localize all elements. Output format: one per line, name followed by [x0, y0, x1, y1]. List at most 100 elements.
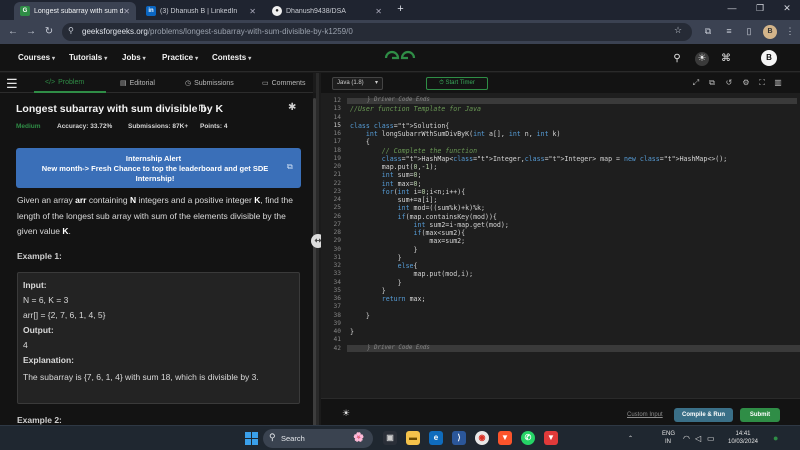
browser-tab-gfg[interactable]: G Longest subarray with sum divisible by… — [14, 2, 136, 20]
line-number: 31 — [333, 253, 341, 261]
gfg-logo-icon[interactable] — [383, 50, 417, 66]
settings-icon[interactable]: ⚙ — [741, 78, 751, 87]
copy-icon[interactable]: ⧉ — [707, 78, 717, 88]
brave-profile-icon[interactable]: ▼ — [544, 431, 558, 445]
sidepanel-icon[interactable]: ▯ — [743, 26, 755, 37]
url-path: /problems/longest-subarray-with-sum-divi… — [147, 27, 353, 36]
language-indicator[interactable]: ENG — [662, 431, 675, 437]
search-icon: ⚲ — [269, 432, 276, 442]
browser-menu-icon[interactable]: ⋮ — [784, 26, 796, 37]
chrome-icon[interactable]: ◉ — [475, 431, 489, 445]
output-value: 4 — [23, 340, 28, 350]
nav-menu-practice[interactable]: Practice ▾ — [162, 53, 198, 62]
chevron-down-icon: ▾ — [374, 80, 378, 86]
editor-theme-icon[interactable]: ☀ — [342, 408, 350, 419]
code-icon: </> — [45, 79, 56, 86]
document-icon: ▤ — [120, 80, 127, 87]
back-icon[interactable]: ← — [6, 25, 20, 39]
code-line: else{ — [397, 262, 418, 270]
menu-label: Jobs — [122, 53, 141, 62]
battery-icon[interactable]: ▭ — [707, 434, 715, 443]
volume-icon[interactable]: ◁ — [695, 434, 701, 443]
chevron-down-icon: ▾ — [52, 56, 56, 62]
language-select[interactable]: Java (1.8) ▾ — [332, 77, 383, 90]
wifi-icon[interactable]: ◠ — [683, 434, 690, 443]
address-bar[interactable]: ⚲ geeksforgeeks.org/problems/longest-sub… — [62, 23, 692, 41]
internship-alert-banner[interactable]: Internship Alert New month-> Fresh Chanc… — [16, 148, 301, 188]
search-icon[interactable]: ⚲ — [670, 52, 684, 66]
hamburger-menu-icon[interactable]: ☰ — [6, 76, 18, 92]
nav-menu-contests[interactable]: Contests ▾ — [212, 53, 251, 62]
nav-menu-jobs[interactable]: Jobs ▾ — [122, 53, 146, 62]
close-window-icon[interactable]: ✕ — [779, 3, 795, 14]
windows-start-icon[interactable] — [245, 432, 258, 445]
browser-tab-linkedin[interactable]: in (3) Dhanush B | LinkedIn ✕ — [140, 2, 262, 20]
vscode-icon[interactable]: ⟩ — [452, 431, 466, 445]
code-editor[interactable]: } Driver Code Ends 12 13 14 15 16 17 18 19 20 21 2… — [321, 93, 800, 398]
submit-button[interactable]: Submit — [740, 408, 780, 422]
tab-comments[interactable]: ▭ Comments — [262, 79, 305, 87]
code-line: int max=0; — [381, 179, 422, 188]
close-icon[interactable]: ✕ — [375, 7, 382, 16]
menu-label: Contests — [212, 53, 247, 62]
media-icon[interactable]: ≡ — [723, 26, 735, 36]
close-icon[interactable]: ✕ — [123, 7, 130, 16]
report-bug-icon[interactable]: ✱ — [288, 102, 296, 113]
line-number: 33 — [333, 270, 341, 278]
panel-divider[interactable] — [316, 73, 319, 425]
tab-label: Comments — [271, 80, 306, 87]
problem-description: Given an array arr containing N integers… — [17, 195, 293, 236]
region-indicator[interactable]: IN — [665, 439, 671, 445]
tab-editorial[interactable]: ▤ Editorial — [120, 79, 155, 87]
layout-icon[interactable]: ▥ — [773, 78, 783, 87]
nav-menu-tutorials[interactable]: Tutorials ▾ — [69, 53, 107, 62]
browser-tab-github[interactable]: ● Dhanush9438/DSA ✕ — [266, 2, 388, 20]
minimize-icon[interactable]: — — [724, 3, 740, 13]
line-number: 32 — [333, 262, 341, 269]
user-avatar[interactable]: B — [761, 50, 777, 66]
browser-profile-avatar[interactable]: B — [763, 25, 777, 39]
site-info-icon[interactable]: ⚲ — [68, 26, 74, 35]
code-line: } — [350, 253, 402, 262]
translate-icon[interactable]: ⌘ — [719, 52, 733, 66]
line-number: 38 — [333, 311, 341, 319]
extensions-icon[interactable]: ⧉ — [702, 26, 714, 37]
close-icon[interactable]: ✕ — [249, 7, 256, 16]
tray-chevron-up-icon[interactable]: ⌃ — [628, 435, 633, 442]
nav-menu-courses[interactable]: Courses ▾ — [18, 53, 55, 62]
edge-icon[interactable]: e — [429, 431, 443, 445]
fullscreen-icon[interactable]: ⛶ — [757, 78, 767, 88]
expand-icon[interactable]: ⤢ — [691, 78, 701, 88]
forward-icon[interactable]: → — [24, 25, 38, 39]
taskbar-clock[interactable]: 14:41 10/03/2024 — [719, 430, 767, 446]
compile-run-button[interactable]: Compile & Run — [674, 408, 733, 422]
tab-problem[interactable]: </> Problem — [45, 79, 84, 86]
external-link-icon[interactable]: ⧉ — [287, 162, 293, 172]
reload-icon[interactable]: ↻ — [42, 25, 56, 39]
submissions-stat: Submissions: 87K+ — [128, 123, 189, 130]
reset-icon[interactable]: ↺ — [724, 78, 734, 87]
taskbar-search[interactable]: ⚲ Search 🌸 — [263, 429, 373, 448]
new-tab-button[interactable]: + — [394, 3, 407, 16]
theme-toggle-icon[interactable]: ☀ — [695, 52, 709, 66]
custom-input-link[interactable]: Custom Input — [627, 412, 663, 418]
line-number: 41 — [333, 336, 341, 344]
bookmark-star-icon[interactable]: ☆ — [674, 25, 682, 36]
task-view-icon[interactable]: ▣ — [383, 431, 397, 445]
code-line: class class="t">Solution{ — [350, 121, 450, 130]
tab-submissions[interactable]: ◷ Submissions — [185, 79, 234, 87]
maximize-icon[interactable]: ❐ — [752, 3, 768, 14]
language-value: Java (1.8) — [337, 80, 364, 86]
comment-icon: ▭ — [262, 80, 269, 87]
line-number: 15 — [333, 121, 341, 129]
line-number: 42 — [333, 344, 341, 352]
file-explorer-icon[interactable]: ▬ — [406, 431, 420, 445]
whatsapp-icon[interactable]: ✆ — [521, 431, 535, 445]
tab-label: Longest subarray with sum divisible by K — [34, 7, 124, 15]
start-timer-button[interactable]: ⏱ Start Timer — [426, 77, 488, 90]
notifications-icon[interactable]: ● — [773, 433, 778, 443]
brave-icon[interactable]: ▼ — [498, 431, 512, 445]
bookmark-icon[interactable]: ⊓ — [198, 103, 206, 114]
points-stat: Points: 4 — [200, 123, 228, 130]
